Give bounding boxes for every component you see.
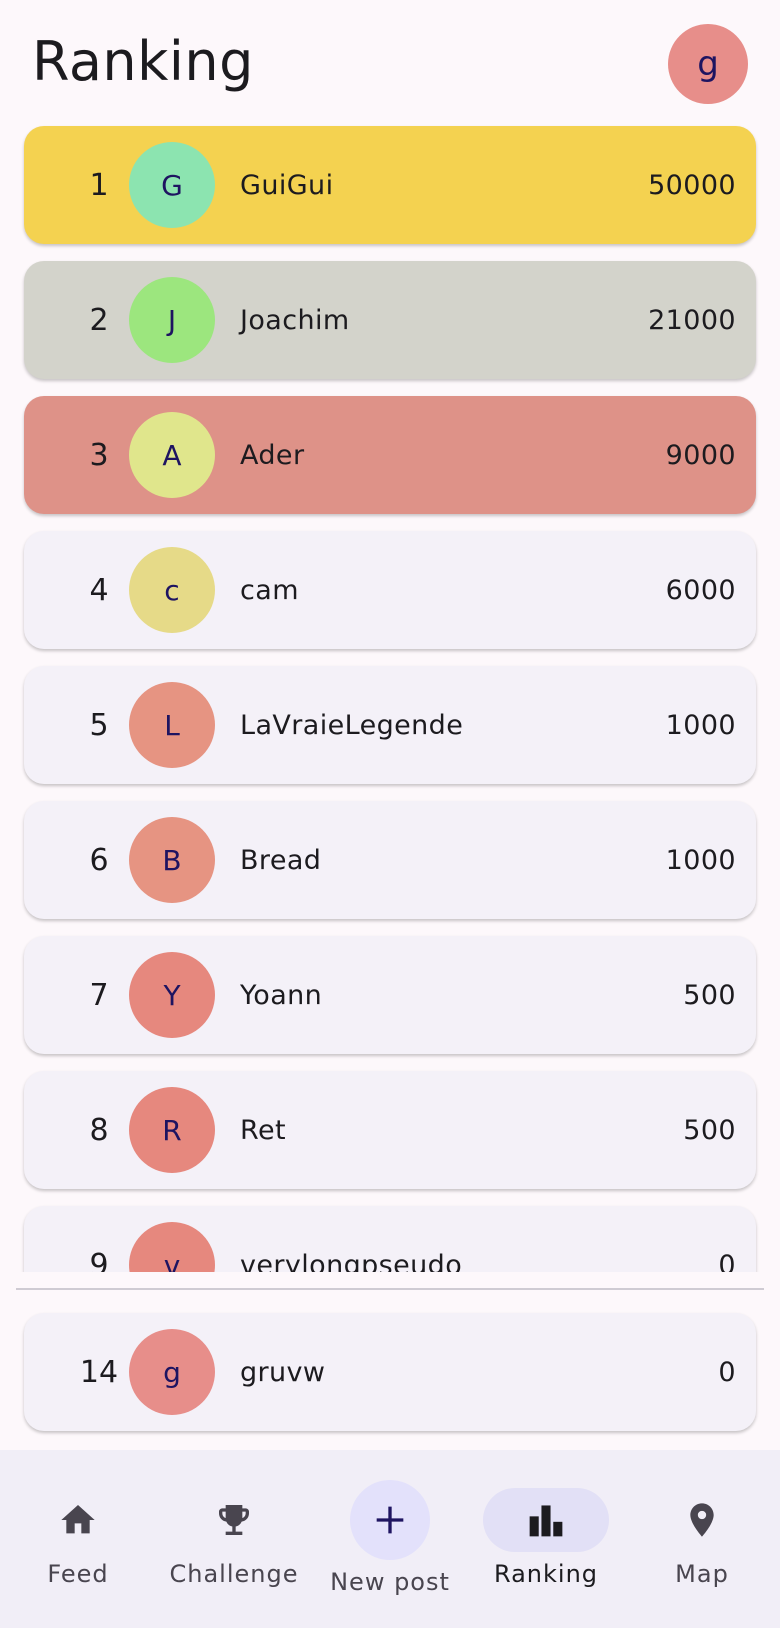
- user-score: 0: [718, 1249, 736, 1273]
- rank-number: 3: [89, 437, 109, 473]
- nav-item-ranking[interactable]: Ranking: [468, 1450, 624, 1628]
- user-score: 1000: [665, 844, 736, 876]
- user-name: GuiGui: [240, 169, 334, 201]
- ranking-row[interactable]: 6 B Bread 1000: [24, 801, 756, 919]
- user-score: 21000: [648, 304, 736, 336]
- nav-indicator-active: [483, 1488, 609, 1552]
- rank-number: 7: [89, 977, 109, 1013]
- bar-chart-icon: [524, 1500, 568, 1540]
- ranking-row[interactable]: 7 Y Yoann 500: [24, 936, 756, 1054]
- user-score: 6000: [665, 574, 736, 606]
- user-name: Yoann: [240, 979, 323, 1011]
- user-name: Joachim: [240, 304, 350, 336]
- ranking-row[interactable]: 4 c cam 6000: [24, 531, 756, 649]
- trophy-icon: [214, 1500, 254, 1540]
- nav-indicator: [15, 1488, 141, 1552]
- ranking-list[interactable]: 1 G GuiGui 50000 2 J Joachim 21000 3 A A…: [0, 122, 780, 1272]
- rank-number: 6: [89, 842, 109, 878]
- avatar: J: [129, 277, 215, 363]
- nav-indicator: [639, 1488, 765, 1552]
- new-post-button[interactable]: [350, 1480, 430, 1560]
- avatar: v: [129, 1222, 215, 1272]
- user-score: 9000: [665, 439, 736, 471]
- nav-item-challenge[interactable]: Challenge: [156, 1450, 312, 1628]
- avatar: g: [129, 1329, 215, 1415]
- rank-number: 8: [89, 1112, 109, 1148]
- nav-item-new-post[interactable]: New post: [312, 1450, 468, 1628]
- avatar: A: [129, 412, 215, 498]
- user-name: Bread: [240, 844, 322, 876]
- avatar: R: [129, 1087, 215, 1173]
- nav-item-feed[interactable]: Feed: [0, 1450, 156, 1628]
- avatar: L: [129, 682, 215, 768]
- ranking-row[interactable]: 1 G GuiGui 50000: [24, 126, 756, 244]
- user-score: 50000: [648, 169, 736, 201]
- app-header: Ranking g: [0, 0, 780, 122]
- user-score: 0: [718, 1356, 736, 1388]
- bottom-navigation-bar: Feed Challenge New post Ranking Map: [0, 1450, 780, 1628]
- page-title: Ranking: [32, 30, 254, 93]
- nav-label: Feed: [47, 1560, 109, 1588]
- divider: [16, 1288, 764, 1290]
- ranking-row[interactable]: 5 L LaVraieLegende 1000: [24, 666, 756, 784]
- ranking-row[interactable]: 3 A Ader 9000: [24, 396, 756, 514]
- avatar: B: [129, 817, 215, 903]
- current-user-row[interactable]: 14 g gruvw 0: [24, 1313, 756, 1431]
- nav-indicator: [171, 1488, 297, 1552]
- nav-label: Challenge: [169, 1560, 299, 1588]
- nav-item-map[interactable]: Map: [624, 1450, 780, 1628]
- avatar: Y: [129, 952, 215, 1038]
- user-score: 500: [683, 1114, 736, 1146]
- rank-number: 1: [89, 167, 109, 203]
- user-score: 1000: [665, 709, 736, 741]
- profile-avatar[interactable]: g: [668, 24, 748, 104]
- home-icon: [58, 1500, 98, 1540]
- rank-number: 2: [89, 302, 109, 338]
- ranking-row[interactable]: 9 v verylongpseudo 0: [24, 1206, 756, 1272]
- rank-number: 14: [79, 1354, 119, 1390]
- user-score: 500: [683, 979, 736, 1011]
- map-pin-icon: [682, 1500, 722, 1540]
- ranking-row[interactable]: 8 R Ret 500: [24, 1071, 756, 1189]
- user-name: Ader: [240, 439, 305, 471]
- rank-number: 4: [89, 572, 109, 608]
- rank-number: 5: [89, 707, 109, 743]
- nav-label: New post: [330, 1568, 450, 1596]
- nav-label: Ranking: [493, 1560, 599, 1588]
- user-name: verylongpseudo: [240, 1249, 463, 1273]
- ranking-row[interactable]: 2 J Joachim 21000: [24, 261, 756, 379]
- rank-number: 9: [89, 1247, 109, 1273]
- plus-icon: [370, 1500, 410, 1540]
- avatar: G: [129, 142, 215, 228]
- nav-label: Map: [675, 1560, 729, 1588]
- user-name: gruvw: [240, 1356, 326, 1388]
- user-name: Ret: [240, 1114, 286, 1146]
- user-name: LaVraieLegende: [240, 709, 464, 741]
- avatar: c: [129, 547, 215, 633]
- user-name: cam: [240, 574, 299, 606]
